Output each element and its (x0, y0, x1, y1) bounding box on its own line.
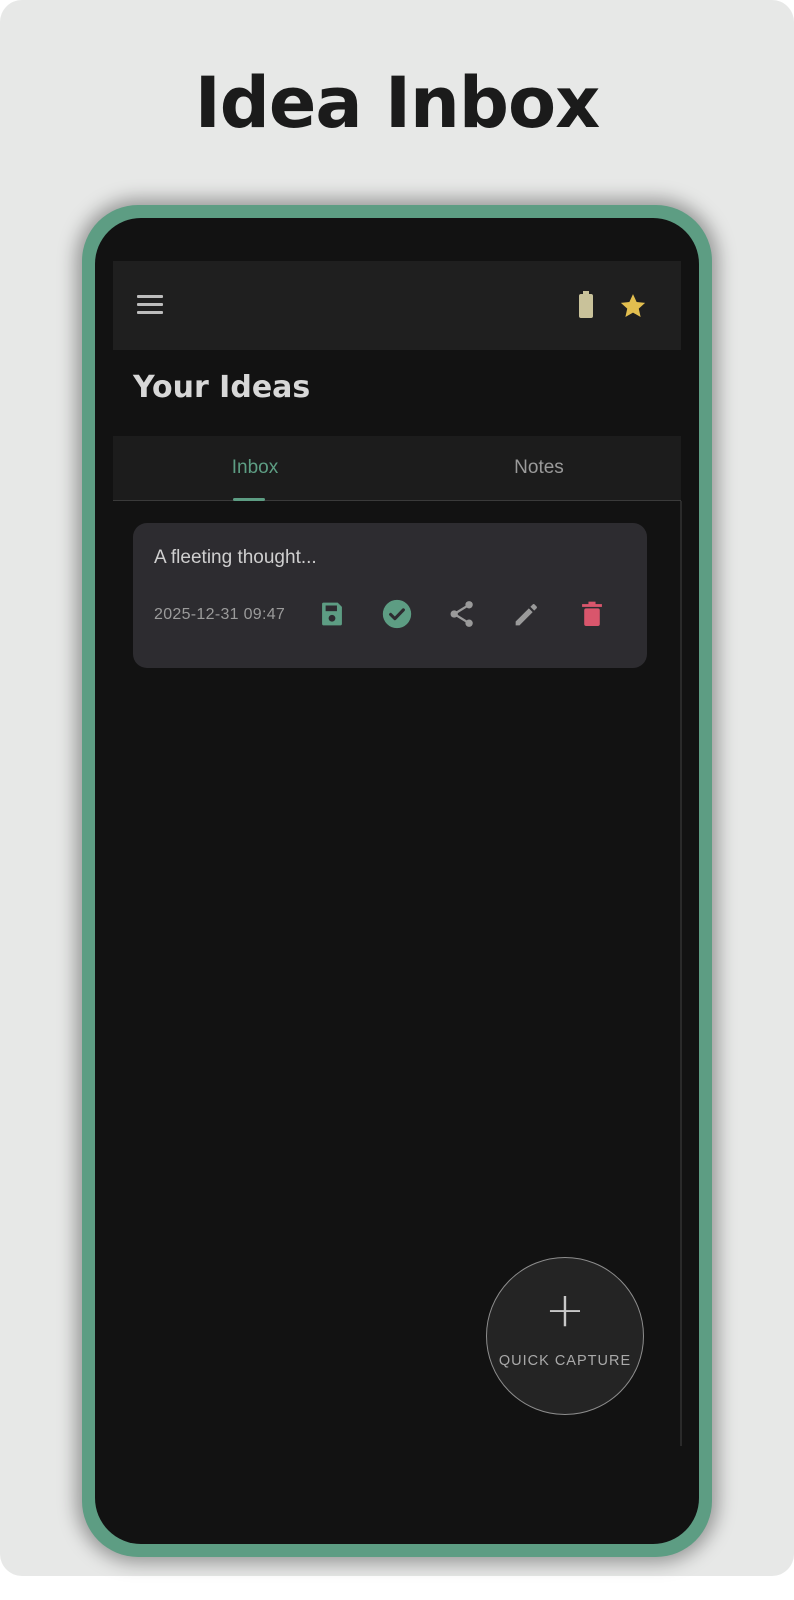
idea-timestamp: 2025-12-31 09:47 (154, 606, 286, 623)
plus-icon: + (544, 1282, 586, 1338)
idea-text: A fleeting thought... (154, 547, 317, 568)
tab-bar: Inbox Notes (113, 436, 681, 501)
phone-screen: Your Ideas Inbox Notes A fleeting though… (95, 218, 699, 1544)
page-background: Idea Inbox Your Ideas Inbox Notes A flee… (0, 0, 794, 1576)
page-title: Your Ideas (133, 370, 311, 405)
check-circle-icon (382, 599, 412, 629)
trash-icon (582, 601, 602, 627)
edit-button[interactable] (510, 597, 544, 631)
share-button[interactable] (445, 597, 479, 631)
pencil-icon (515, 604, 537, 626)
delete-button[interactable] (575, 597, 609, 631)
save-icon (322, 602, 342, 626)
idea-card[interactable]: A fleeting thought... 2025-12-31 09:47 (133, 523, 647, 668)
tab-inbox-label: Inbox (231, 457, 279, 478)
phone-frame: Your Ideas Inbox Notes A fleeting though… (82, 205, 712, 1557)
star-icon[interactable] (618, 291, 648, 321)
save-button[interactable] (315, 597, 349, 631)
battery-icon (579, 291, 593, 318)
tab-notes[interactable]: Notes (397, 436, 681, 500)
quick-capture-label: QUICK CAPTURE (498, 1353, 632, 1369)
tab-inbox[interactable]: Inbox (113, 436, 397, 500)
active-tab-indicator (233, 498, 265, 501)
share-icon (450, 601, 473, 627)
app-bar (113, 261, 681, 350)
scrollbar-track (680, 501, 682, 1446)
quick-capture-button[interactable]: + QUICK CAPTURE (486, 1257, 644, 1415)
menu-icon[interactable] (137, 295, 163, 315)
mark-done-button[interactable] (380, 597, 414, 631)
app-header-title: Idea Inbox (194, 62, 600, 144)
tab-notes-label: Notes (514, 457, 564, 478)
